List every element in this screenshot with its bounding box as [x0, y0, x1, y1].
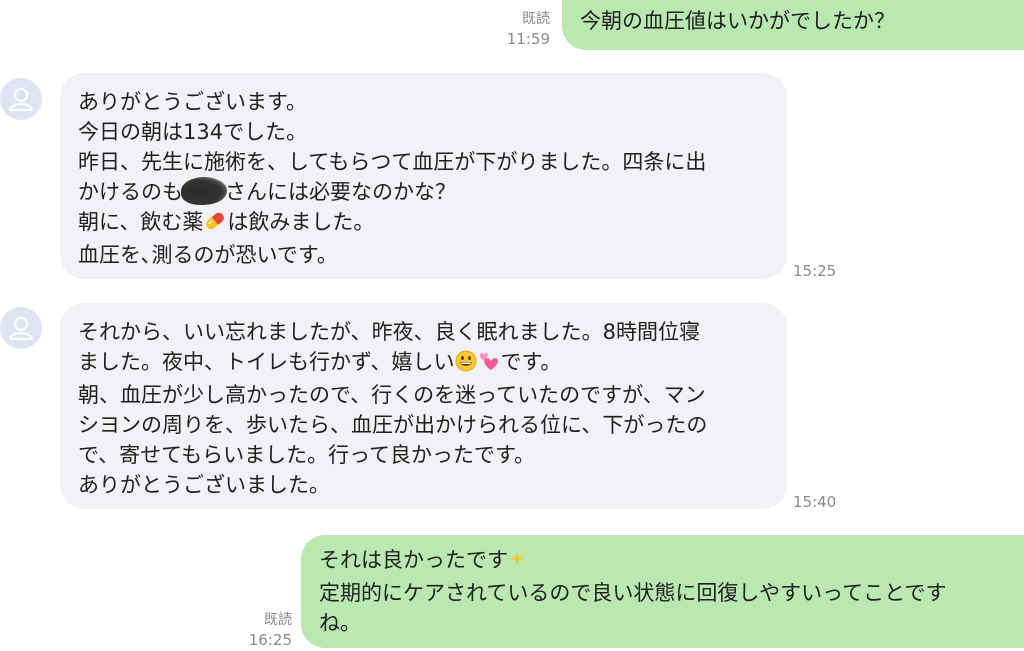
message-time: 15:40: [793, 493, 837, 511]
read-receipt: 既読: [264, 612, 292, 628]
default-user-avatar-icon: [9, 88, 33, 111]
message-text-fragment: それは良かったです: [319, 548, 508, 572]
message-time: 16:25: [248, 631, 292, 649]
message-text-fragment: 朝に、飲む薬: [78, 210, 204, 234]
message-text-line: シヨンの周りを、歩いたら、血圧が出かけられる位に、下がったの: [78, 413, 708, 437]
message-text-line: 今朝の血圧値はいかがでしたか？: [580, 9, 895, 33]
message-time: 11:59: [506, 30, 550, 48]
message-text-fragment: さんには必要なのかな？: [225, 180, 456, 204]
redacted-name-mark: [181, 177, 227, 205]
message-time: 15:25: [793, 262, 837, 280]
message-text-line: 昨日、先生に施術を、してもらつて血圧が下がりました。四条に出: [78, 150, 707, 174]
default-user-avatar-icon: [9, 317, 33, 340]
contact-avatar[interactable]: [0, 78, 42, 120]
read-receipt: 既読: [522, 11, 550, 27]
message-text-line: かけるのも さんには必要なのかな？: [78, 177, 765, 207]
message-bubble-incoming[interactable]: それから、いい忘れましたが、昨夜、良く眠れました。8時間位寝 ました。夜中、トイ…: [60, 303, 787, 509]
message-1-meta: 既読 11:59: [490, 9, 550, 49]
message-text-line: それは良かったです: [319, 545, 1002, 578]
grinning-face-emoji-icon: [455, 350, 477, 380]
message-text-line: 今日の朝は134でした。: [78, 120, 308, 144]
message-text-line: それから、いい忘れましたが、昨夜、良く眠れました。8時間位寝: [78, 320, 700, 344]
message-text-fragment: は飲みました。: [227, 210, 375, 234]
message-bubble-incoming[interactable]: ありがとうございます。 今日の朝は134でした。 昨日、先生に施術を、してもらつ…: [60, 73, 787, 279]
revolving-hearts-emoji-icon: [477, 350, 501, 380]
message-2-meta: 15:25: [793, 261, 843, 281]
contact-avatar[interactable]: [0, 307, 42, 349]
message-text-fragment: ました。夜中、トイレも行かず、嬉しい: [78, 350, 455, 374]
message-text-line: 血圧を､測るのが恐いです。: [78, 243, 338, 267]
message-text-fragment: かけるのも: [78, 180, 183, 204]
message-text-line: で、寄せてもらいました。行って良かったです。: [78, 443, 535, 467]
message-text-line: ありがとうございました。: [78, 473, 330, 497]
message-text-line: ね。: [319, 611, 361, 635]
message-text-fragment: です。: [500, 350, 562, 374]
message-3-meta: 15:40: [793, 492, 843, 512]
message-text-line: 定期的にケアされているので良い状態に回復しやすいってことです: [319, 581, 947, 605]
sparkles-emoji-icon: [508, 548, 530, 578]
message-bubble-outgoing[interactable]: 今朝の血圧値はいかがでしたか？: [562, 0, 1024, 50]
message-text-line: ありがとうございます。: [78, 90, 307, 114]
message-text-line: 朝に、飲む薬 は飲みました。: [78, 207, 765, 240]
pill-emoji-icon: [203, 210, 227, 240]
message-bubble-outgoing[interactable]: それは良かったです 定期的にケアされているので良い状態に回復しやすいってことです…: [301, 535, 1024, 648]
message-text-line: 朝、血圧が少し高かったので、行くのを迷っていたのですが、マン: [78, 383, 706, 407]
message-text-line: ました。夜中、トイレも行かず、嬉しい です。: [78, 347, 765, 380]
message-4-meta: 既読 16:25: [232, 610, 292, 650]
